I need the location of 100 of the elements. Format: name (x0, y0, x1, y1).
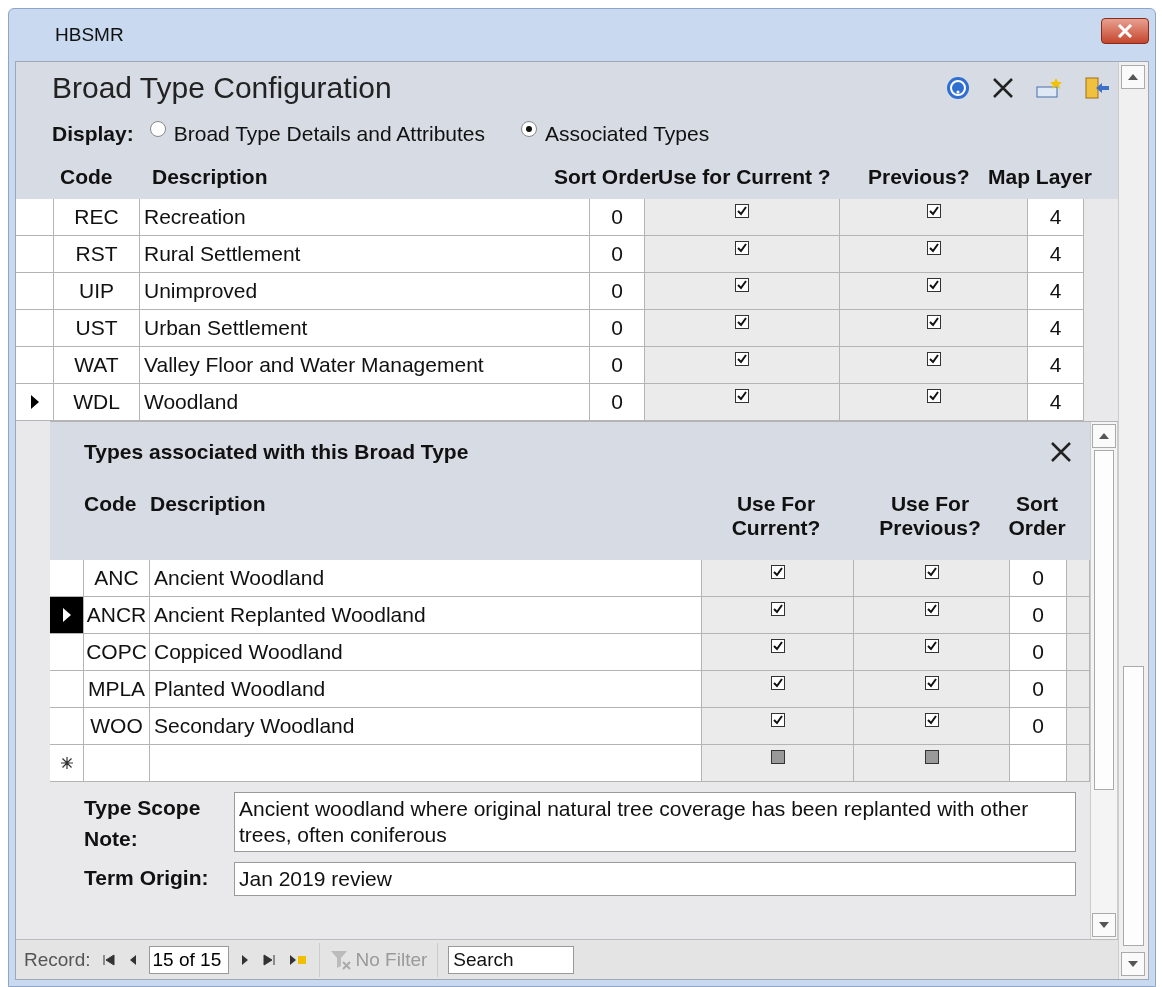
radio-option[interactable]: Associated Types (521, 122, 710, 146)
checkbox[interactable] (926, 315, 941, 329)
caret-down-icon (1128, 961, 1138, 967)
column-header: Description (150, 492, 267, 517)
checkbox[interactable] (924, 639, 939, 653)
scrollbar-thumb[interactable] (1094, 450, 1114, 790)
column-header: Use For Previous? (878, 492, 982, 541)
subform-title: Types associated with this Broad Type (84, 440, 469, 464)
checkbox[interactable] (926, 241, 941, 255)
column-header: Sort Order (554, 164, 658, 189)
first-record-button[interactable] (100, 953, 117, 966)
checkbox[interactable] (924, 565, 939, 579)
table-cell: 0 (1010, 708, 1067, 745)
checkbox[interactable] (770, 713, 785, 727)
checkbox[interactable] (926, 278, 941, 292)
row-selector[interactable] (16, 384, 54, 421)
caret-up-icon (1128, 74, 1138, 80)
close-icon[interactable] (992, 77, 1014, 99)
scroll-down-button[interactable] (1121, 952, 1145, 976)
table-cell: COPC (84, 634, 150, 671)
close-icon (1117, 24, 1133, 38)
table-cell: WAT (54, 347, 140, 384)
table-cell: 4 (1028, 273, 1084, 310)
table-cell: Unimproved (140, 273, 590, 310)
radio-option[interactable]: Broad Type Details and Attributes (149, 122, 485, 146)
table-cell: 0 (1010, 634, 1067, 671)
table-cell: 0 (1010, 560, 1067, 597)
display-label: Display: (52, 122, 134, 146)
table-cell: Valley Floor and Water Management (140, 347, 590, 384)
checkbox[interactable] (735, 315, 749, 329)
checkbox[interactable] (770, 602, 785, 616)
radio-button[interactable] (521, 121, 537, 137)
caret-up-icon (1099, 433, 1109, 439)
column-header: Code (60, 164, 114, 189)
table-cell: 0 (590, 384, 645, 421)
checkbox[interactable] (770, 676, 785, 690)
table-cell: 0 (590, 310, 645, 347)
table-cell: 0 (590, 273, 645, 310)
scroll-up-button[interactable] (1092, 424, 1116, 448)
window-title: HBSMR (55, 24, 124, 46)
checkbox[interactable] (924, 713, 939, 727)
checkbox[interactable] (735, 204, 749, 218)
current-row-icon (61, 607, 72, 623)
checkbox[interactable] (924, 750, 939, 764)
table-cell: 0 (590, 199, 645, 236)
scroll-down-button[interactable] (1092, 913, 1116, 937)
table-cell: Planted Woodland (150, 671, 702, 708)
column-header: Previous? (868, 164, 971, 189)
term-origin-field[interactable]: Jan 2019 review (234, 862, 1076, 896)
checkbox[interactable] (735, 241, 749, 255)
table-cell: 0 (1010, 597, 1067, 634)
checkbox[interactable] (926, 389, 941, 403)
form-title: Broad Type Configuration (52, 71, 392, 105)
row-selector[interactable] (50, 597, 84, 634)
record-position-field[interactable]: 15 of 15 (148, 945, 229, 974)
close-button[interactable] (1101, 18, 1149, 44)
table-cell: Ancient Woodland (150, 560, 702, 597)
column-header: Use for Current ? (658, 164, 832, 189)
column-header: Sort Order (1008, 492, 1066, 541)
checkbox[interactable] (924, 676, 939, 690)
radio-button[interactable] (149, 121, 166, 137)
column-header: Use For Current? (730, 492, 822, 541)
table-cell: ANC (84, 560, 150, 597)
column-header: Map Layer (988, 164, 1093, 189)
checkbox[interactable] (926, 352, 941, 366)
checkbox[interactable] (770, 565, 785, 579)
table-cell: Coppiced Woodland (150, 634, 702, 671)
table-cell: RST (54, 236, 140, 273)
checkbox[interactable] (926, 204, 941, 218)
help-icon[interactable] (946, 76, 970, 100)
scroll-up-button[interactable] (1121, 65, 1145, 89)
table-cell: WDL (54, 384, 140, 421)
checkbox[interactable] (770, 639, 785, 653)
column-header: Description (152, 164, 269, 189)
table-cell: WOO (84, 708, 150, 745)
scrollbar-thumb[interactable] (1123, 666, 1144, 946)
checkbox[interactable] (770, 750, 785, 764)
search-field[interactable]: Search (448, 945, 575, 974)
checkbox[interactable] (924, 602, 939, 616)
close-icon[interactable] (1050, 441, 1072, 463)
table-cell: REC (54, 199, 140, 236)
checkbox[interactable] (735, 352, 749, 366)
table-cell: Secondary Woodland (150, 708, 702, 745)
checkbox[interactable] (735, 389, 749, 403)
field-label: Type Scope Note: (84, 795, 202, 852)
table-cell: 0 (590, 236, 645, 273)
last-record-button[interactable] (260, 953, 277, 966)
table-cell: 4 (1028, 236, 1084, 273)
exit-door-icon[interactable] (1084, 76, 1110, 100)
table-cell: Ancient Replanted Woodland (150, 597, 702, 634)
table-cell: UST (54, 310, 140, 347)
table-cell: Woodland (140, 384, 590, 421)
table-cell: Urban Settlement (140, 310, 590, 347)
table-cell: 0 (590, 347, 645, 384)
field-label: Term Origin: (84, 865, 210, 891)
table-cell (84, 745, 150, 782)
scope-note-field[interactable]: Ancient woodland where original natural tree coverage has been replanted with other trees, often coniferous (234, 792, 1076, 852)
record-label: Record: (24, 948, 91, 971)
table-cell: UIP (54, 273, 140, 310)
checkbox[interactable] (735, 278, 749, 292)
